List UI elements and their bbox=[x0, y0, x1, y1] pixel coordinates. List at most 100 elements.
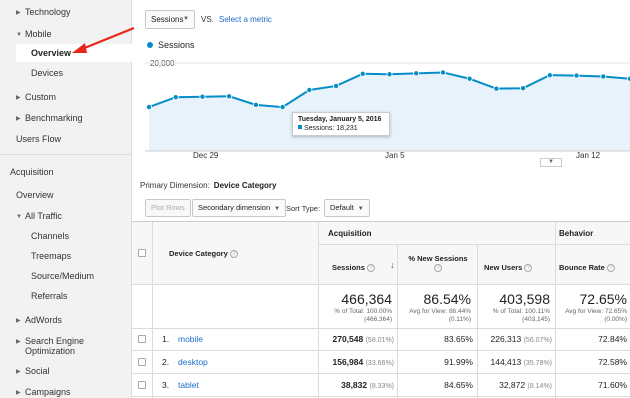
legend-label: Sessions bbox=[158, 40, 195, 50]
sidebar-item-mobile[interactable]: ▼ Mobile bbox=[16, 29, 52, 41]
sidebar-item-technology[interactable]: ▶ Technology bbox=[16, 7, 71, 19]
select-metric-link[interactable]: Select a metric bbox=[219, 15, 272, 24]
sidebar-item-label: Mobile bbox=[25, 29, 52, 39]
metric-select-value: Sessions bbox=[151, 15, 184, 24]
help-icon[interactable]: ? bbox=[524, 264, 533, 273]
row-checkbox[interactable] bbox=[138, 358, 146, 366]
row-device-link[interactable]: desktop bbox=[178, 357, 208, 367]
sidebar-item-label: Social bbox=[25, 366, 50, 376]
row-divider bbox=[132, 373, 630, 374]
series-swatch-icon bbox=[298, 125, 302, 129]
caret-down-icon: ▼ bbox=[183, 16, 189, 22]
row-device-link[interactable]: tablet bbox=[178, 380, 199, 390]
cell-value: 226,313 bbox=[490, 334, 522, 344]
x-tick-label: Dec 29 bbox=[193, 151, 219, 160]
sidebar-item-adwords[interactable]: ▶ AdWords bbox=[16, 315, 62, 327]
sidebar-item-social[interactable]: ▶ Social bbox=[16, 366, 50, 378]
cell-bounce-rate: 71.60% bbox=[598, 380, 627, 390]
cell-new-sessions: 83.65% bbox=[444, 334, 473, 344]
col-header-label: Sessions bbox=[332, 263, 365, 272]
col-header-new-sessions[interactable]: % New Sessions? bbox=[402, 254, 474, 273]
cell-new-users: 144,413 (35.78%) bbox=[477, 357, 552, 367]
x-tick-label: Jan 5 bbox=[385, 151, 405, 160]
red-arrow-annotation bbox=[72, 26, 135, 53]
chevron-right-icon: ▶ bbox=[16, 95, 21, 101]
metric-select[interactable]: Sessions ▼ bbox=[145, 10, 195, 29]
primary-dimension: Primary Dimension: Device Category bbox=[140, 181, 277, 190]
caret-down-icon: ▼ bbox=[357, 206, 364, 212]
row-divider bbox=[132, 284, 630, 285]
cell-value: 144,413 bbox=[490, 357, 522, 367]
cell-bounce-rate: 72.84% bbox=[598, 334, 627, 344]
col-header-sessions[interactable]: Sessions ? bbox=[332, 263, 376, 273]
col-header-new-users[interactable]: New Users ? bbox=[484, 263, 533, 273]
help-icon[interactable]: ? bbox=[229, 250, 238, 259]
chevron-right-icon: ▶ bbox=[16, 116, 21, 122]
row-checkbox[interactable] bbox=[138, 381, 146, 389]
sidebar-item-channels[interactable]: Channels bbox=[31, 231, 69, 242]
sidebar-item-users-flow[interactable]: Users Flow bbox=[16, 134, 61, 145]
sidebar-item-devices[interactable]: Devices bbox=[31, 68, 63, 79]
sidebar-item-treemaps[interactable]: Treemaps bbox=[31, 251, 71, 262]
data-point bbox=[386, 71, 393, 78]
total-new-users: 403,598 bbox=[499, 291, 550, 307]
cell-value: 156,984 bbox=[332, 357, 364, 367]
cell-new-users: 226,313 (56.07%) bbox=[477, 334, 552, 344]
caret-down-icon: ▼ bbox=[274, 206, 281, 212]
sidebar-item-source-medium[interactable]: Source/Medium bbox=[31, 271, 94, 282]
secondary-dimension-label: Secondary dimension bbox=[198, 203, 271, 212]
total-sessions-sub: % of Total: 100.00% (466,364) bbox=[334, 308, 392, 323]
help-icon[interactable]: ? bbox=[367, 264, 376, 273]
sidebar-item-benchmarking[interactable]: ▶ Benchmarking bbox=[16, 113, 83, 125]
col-header-label: Bounce Rate bbox=[559, 263, 605, 272]
data-point bbox=[146, 104, 152, 111]
col-header-device-category[interactable]: Device Category ? bbox=[169, 249, 238, 259]
col-divider bbox=[152, 222, 153, 398]
sidebar-section-acquisition[interactable]: Acquisition bbox=[10, 167, 54, 178]
group-header-acquisition: Acquisition bbox=[328, 229, 372, 238]
sidebar-item-custom[interactable]: ▶ Custom bbox=[16, 92, 56, 104]
tooltip-value: Sessions: 18,231 bbox=[304, 125, 358, 132]
cell-pct: (56.07%) bbox=[523, 337, 552, 344]
row-device-link[interactable]: mobile bbox=[178, 334, 203, 344]
secondary-dimension-select[interactable]: Secondary dimension ▼ bbox=[192, 199, 287, 217]
row-index: 2. bbox=[162, 357, 170, 367]
row-divider bbox=[318, 244, 630, 245]
primary-dimension-value[interactable]: Device Category bbox=[214, 181, 277, 190]
col-divider bbox=[318, 222, 319, 398]
chart-range-handle[interactable]: ▼ bbox=[540, 158, 562, 167]
col-divider bbox=[397, 244, 398, 398]
data-point bbox=[413, 70, 420, 77]
data-point bbox=[466, 75, 473, 82]
cell-pct: (35.78%) bbox=[523, 360, 552, 367]
cell-sessions: 270,548 (58.01%) bbox=[318, 334, 394, 344]
sessions-chart[interactable] bbox=[145, 55, 630, 165]
sidebar-item-label: Benchmarking bbox=[25, 113, 83, 123]
select-all-checkbox[interactable] bbox=[138, 249, 146, 257]
col-header-bounce-rate[interactable]: Bounce Rate ? bbox=[559, 263, 615, 273]
sort-desc-icon[interactable]: ↓ bbox=[390, 260, 395, 270]
x-tick-label: Jan 12 bbox=[576, 151, 601, 160]
data-point bbox=[439, 69, 446, 76]
sidebar-item-campaigns[interactable]: ▶ Campaigns bbox=[16, 387, 71, 398]
data-table: Device Category ? Acquisition Behavior S… bbox=[132, 221, 630, 398]
cell-new-users: 32,872 (8.14%) bbox=[477, 380, 552, 390]
sidebar-item-label: Custom bbox=[25, 92, 57, 102]
sidebar-item-acquisition-overview[interactable]: Overview bbox=[16, 190, 54, 201]
cell-sessions: 38,832 (8.33%) bbox=[318, 380, 394, 390]
sidebar-item-seo-line2[interactable]: Optimization bbox=[25, 346, 75, 357]
plot-rows-button[interactable]: Plot Rows bbox=[145, 199, 191, 217]
cell-pct: (8.14%) bbox=[527, 383, 552, 390]
cell-pct: (58.01%) bbox=[365, 337, 394, 344]
cell-value: 270,548 bbox=[332, 334, 364, 344]
sort-type-select[interactable]: Default ▼ bbox=[324, 199, 370, 217]
data-point bbox=[252, 101, 259, 108]
sidebar-item-referrals[interactable]: Referrals bbox=[31, 291, 68, 302]
help-icon[interactable]: ? bbox=[606, 264, 615, 273]
help-icon[interactable]: ? bbox=[434, 264, 442, 273]
sidebar-item-all-traffic[interactable]: ▼ All Traffic bbox=[16, 211, 62, 223]
col-header-label: Device Category bbox=[169, 249, 228, 258]
sidebar-item-mobile-overview[interactable]: Overview bbox=[31, 48, 71, 59]
total-new-users-sub: % of Total: 100.11% (403,145) bbox=[492, 308, 550, 323]
row-checkbox[interactable] bbox=[138, 335, 146, 343]
